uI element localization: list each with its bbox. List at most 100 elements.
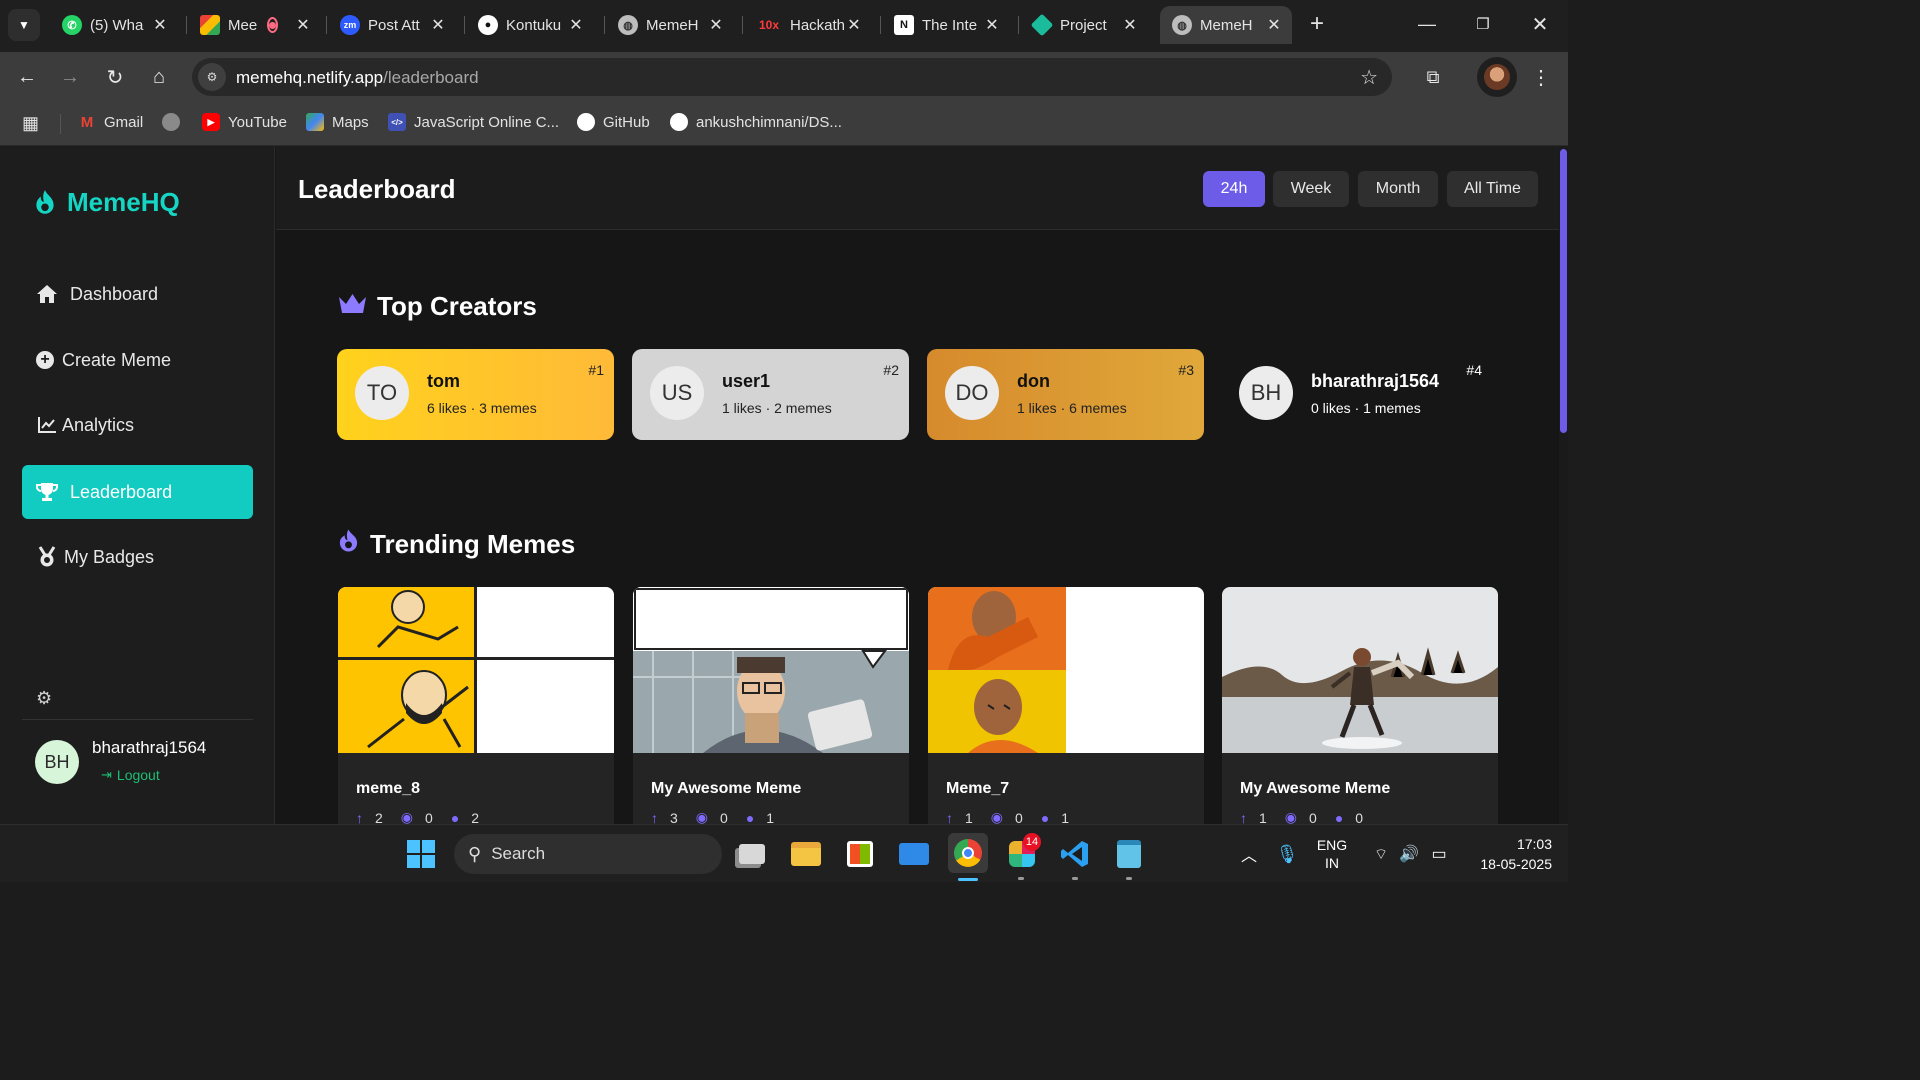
filter-all-time-button[interactable]: All Time [1447, 171, 1538, 207]
battery-icon[interactable]: ▭ [1422, 837, 1456, 871]
back-button[interactable]: ← [14, 64, 40, 90]
bookmark-star-icon[interactable]: ☆ [1360, 65, 1378, 90]
view-count: ◉ 0 [990, 809, 1023, 824]
tab-github[interactable]: ● Kontuku ✕ [466, 6, 594, 44]
close-icon[interactable]: ✕ [1266, 15, 1282, 35]
tab-meet[interactable]: Mee ✕ [188, 6, 316, 44]
close-icon[interactable]: ✕ [846, 15, 862, 35]
apps-grid-button[interactable]: ▦ [22, 113, 39, 134]
tab-whatsapp[interactable]: ✆ (5) Wha ✕ [50, 6, 178, 44]
home-button[interactable]: ⌂ [146, 64, 172, 90]
volume-icon[interactable]: 🔊 [1392, 837, 1426, 871]
sidebar-item-leaderboard[interactable]: Leaderboard [22, 465, 253, 519]
bookmark-globe[interactable] [162, 113, 188, 131]
meme-card-2[interactable]: My Awesome Meme ↑ 3 ◉ 0 ● 1 [633, 587, 909, 824]
address-bar[interactable]: ⚙ memehq.netlify.app/leaderboard ☆ [192, 58, 1392, 96]
file-explorer-icon[interactable] [789, 837, 823, 871]
clock[interactable]: 17:03 18-05-2025 [1462, 834, 1552, 874]
bookmark-label: JavaScript Online C... [414, 113, 560, 131]
site-info-icon[interactable]: ⚙ [198, 63, 226, 91]
microsoft-store-icon[interactable] [843, 837, 877, 871]
close-icon[interactable]: ✕ [984, 15, 1000, 35]
vscode-icon[interactable] [1058, 837, 1092, 871]
chevron-up-icon[interactable]: ︿ [1232, 837, 1266, 871]
close-window-button[interactable]: ✕ [1526, 10, 1554, 38]
extensions-icon[interactable]: ⧉ [1420, 64, 1446, 90]
filter-24h-button[interactable]: 24h [1203, 171, 1265, 207]
tab-memehq-active[interactable]: ◍ MemeH ✕ [1160, 6, 1292, 44]
settings-gear-icon[interactable]: ⚙ [36, 688, 52, 709]
profile-button[interactable] [1477, 57, 1517, 97]
notepad-icon[interactable] [1112, 837, 1146, 871]
restore-window-button[interactable]: ❐ [1469, 10, 1497, 38]
reload-button[interactable]: ↻ [102, 64, 128, 90]
minimize-window-button[interactable]: — [1413, 10, 1441, 38]
upvote-count[interactable]: ↑ 2 [356, 810, 383, 825]
brand-logo[interactable]: MemeHQ [32, 187, 180, 218]
chrome-icon[interactable] [948, 833, 988, 873]
meme-card-1[interactable]: meme_8 ↑ 2 ◉ 0 ● 2 [338, 587, 614, 824]
comment-count[interactable]: ● 2 [451, 810, 479, 825]
windows-start-icon[interactable] [404, 837, 438, 871]
task-view-icon[interactable] [735, 837, 769, 871]
app-page: MemeHQ Dashboard + Create Meme Analytics… [0, 147, 1568, 824]
sidebar-item-analytics[interactable]: Analytics [22, 398, 253, 452]
bookmark-javascript-online[interactable]: </> JavaScript Online C... [388, 113, 559, 131]
bookmark-github[interactable]: GitHub [577, 113, 650, 131]
upvote-count[interactable]: ↑ 3 [651, 810, 678, 825]
scrollbar-thumb[interactable] [1560, 149, 1567, 433]
bookmark-maps[interactable]: Maps [306, 113, 369, 131]
user-name: bharathraj1564 [92, 738, 207, 757]
close-icon[interactable]: ✕ [430, 15, 446, 35]
creator-card-3[interactable]: DO don 1 likes · 6 memes #3 [927, 349, 1204, 440]
tab-search-menu-button[interactable]: ▼ [8, 9, 40, 41]
mail-icon[interactable] [897, 837, 931, 871]
close-icon[interactable]: ✕ [708, 15, 724, 35]
meme-card-3[interactable]: Meme_7 ↑ 1 ◉ 0 ● 1 [928, 587, 1204, 824]
close-icon[interactable]: ✕ [1122, 15, 1138, 35]
tab-notion[interactable]: N The Inte ✕ [882, 6, 1010, 44]
creator-card-4[interactable]: BH bharathraj1564 0 likes · 1 memes #4 [1221, 349, 1498, 440]
browser-toolbar: ← → ↻ ⌂ ⚙ memehq.netlify.app/leaderboard… [0, 52, 1568, 102]
bookmark-label: Maps [332, 113, 369, 131]
filter-month-button[interactable]: Month [1358, 171, 1438, 207]
browser-menu-button[interactable]: ⋮ [1528, 64, 1554, 90]
logout-button[interactable]: ⇥ Logout [101, 767, 160, 783]
close-icon[interactable]: ✕ [152, 15, 168, 35]
sidebar-item-my-badges[interactable]: My Badges [22, 530, 253, 584]
new-tab-button[interactable]: + [1303, 10, 1331, 38]
meme-image [928, 587, 1204, 753]
url-text[interactable]: memehq.netlify.app/leaderboard [236, 68, 479, 88]
globe-icon: ◍ [618, 15, 638, 35]
creator-name: tom [427, 371, 460, 391]
user-avatar[interactable]: BH [35, 740, 79, 784]
bookmark-gmail[interactable]: M Gmail [78, 113, 143, 131]
tab-hackathon[interactable]: 10x Hackath ✕ [744, 6, 872, 44]
tab-project[interactable]: Project ✕ [1020, 6, 1148, 44]
microphone-icon[interactable]: 🎙 [1270, 837, 1304, 871]
comment-icon: ● [450, 809, 460, 825]
tab-zoom[interactable]: zm Post Att ✕ [328, 6, 456, 44]
sidebar-item-create-meme[interactable]: + Create Meme [22, 333, 253, 387]
creator-card-2[interactable]: US user1 1 likes · 2 memes #2 [632, 349, 909, 440]
comment-count[interactable]: ● 1 [746, 810, 774, 825]
taskbar-search[interactable]: ⚲ Search [454, 834, 722, 874]
upvote-count[interactable]: ↑ 1 [946, 810, 973, 825]
filter-week-button[interactable]: Week [1273, 171, 1349, 207]
slack-icon[interactable]: 14 [1005, 833, 1041, 871]
comment-count[interactable]: ● 0 [1335, 810, 1363, 825]
language-indicator[interactable]: ENG IN [1312, 836, 1352, 872]
page-scrollbar[interactable] [1559, 147, 1568, 824]
comment-count[interactable]: ● 1 [1041, 810, 1069, 825]
bookmark-youtube[interactable]: ▶ YouTube [202, 113, 287, 131]
tab-memehq-1[interactable]: ◍ MemeH ✕ [606, 6, 734, 44]
forward-button[interactable]: → [57, 64, 83, 90]
meme-card-4[interactable]: My Awesome Meme ↑ 1 ◉ 0 ● 0 [1222, 587, 1498, 824]
comment-icon: ● [745, 809, 755, 825]
close-icon[interactable]: ✕ [296, 15, 309, 35]
bookmark-ankush-repo[interactable]: ankushchimnani/DS... [670, 113, 842, 131]
upvote-count[interactable]: ↑ 1 [1240, 810, 1267, 825]
sidebar-item-dashboard[interactable]: Dashboard [22, 267, 253, 321]
creator-card-1[interactable]: TO tom 6 likes · 3 memes #1 [337, 349, 614, 440]
close-icon[interactable]: ✕ [568, 15, 584, 35]
